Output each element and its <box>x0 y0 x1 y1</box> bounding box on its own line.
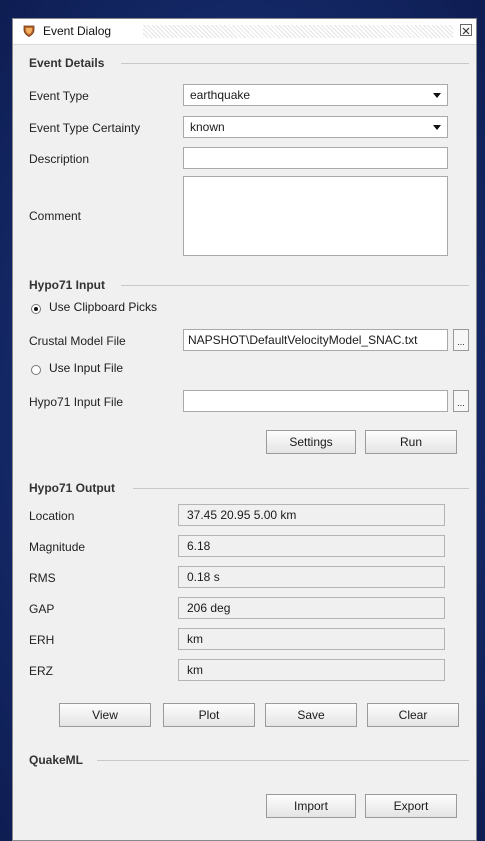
run-button[interactable]: Run <box>365 430 457 454</box>
crustal-model-label: Crustal Model File <box>29 334 126 348</box>
use-input-file-label[interactable]: Use Input File <box>49 361 123 375</box>
section-divider <box>97 760 469 761</box>
erz-value: km <box>187 663 203 677</box>
view-button[interactable]: View <box>59 703 151 727</box>
input-file-label: Hypo71 Input File <box>29 395 124 409</box>
title-bar[interactable]: Event Dialog <box>13 19 476 45</box>
title-drag-area <box>143 25 453 38</box>
erz-field: km <box>178 659 445 681</box>
magnitude-value: 6.18 <box>187 539 211 553</box>
description-label: Description <box>29 152 90 166</box>
hypo71-output-heading: Hypo71 Output <box>29 481 115 495</box>
gap-value: 206 deg <box>187 601 231 615</box>
event-type-label: Event Type <box>29 89 89 103</box>
input-file-browse-button[interactable]: ... <box>453 390 469 412</box>
certainty-select[interactable]: known <box>183 116 448 138</box>
crustal-model-input[interactable]: NAPSHOT\DefaultVelocityModel_SNAC.txt <box>183 329 448 351</box>
input-file-input[interactable] <box>183 390 448 412</box>
comment-label: Comment <box>29 209 82 223</box>
erh-value: km <box>187 632 203 646</box>
magnitude-field: 6.18 <box>178 535 445 557</box>
crustal-model-value: NAPSHOT\DefaultVelocityModel_SNAC.txt <box>188 333 418 347</box>
certainty-label: Event Type Certainty <box>29 121 141 135</box>
rms-label: RMS <box>29 571 56 585</box>
event-dialog: Event Dialog Event Details Event Type ea… <box>12 18 477 841</box>
window-title: Event Dialog <box>43 24 112 38</box>
gap-label: GAP <box>29 602 55 616</box>
event-details-heading: Event Details <box>29 56 105 70</box>
plot-button[interactable]: Plot <box>163 703 255 727</box>
clear-button[interactable]: Clear <box>367 703 459 727</box>
export-button[interactable]: Export <box>365 794 457 818</box>
use-clipboard-radio[interactable] <box>31 304 41 314</box>
chevron-down-icon <box>433 125 441 130</box>
event-type-select[interactable]: earthquake <box>183 84 448 106</box>
section-divider <box>121 285 469 286</box>
erh-field: km <box>178 628 445 650</box>
location-label: Location <box>29 509 75 523</box>
use-input-file-radio[interactable] <box>31 365 41 375</box>
chevron-down-icon <box>433 93 441 98</box>
hypo71-input-heading: Hypo71 Input <box>29 278 106 292</box>
erz-label: ERZ <box>29 664 53 678</box>
quakeml-heading: QuakeML <box>29 753 84 767</box>
section-divider <box>121 63 469 64</box>
erh-label: ERH <box>29 633 55 647</box>
settings-button[interactable]: Settings <box>266 430 356 454</box>
close-button[interactable] <box>460 24 472 36</box>
rms-value: 0.18 s <box>187 570 220 584</box>
screen-background: Event Dialog Event Details Event Type ea… <box>0 0 485 841</box>
location-field: 37.45 20.95 5.00 km <box>178 504 445 526</box>
rms-field: 0.18 s <box>178 566 445 588</box>
certainty-value: known <box>190 120 225 134</box>
description-input[interactable] <box>183 147 448 169</box>
close-icon <box>462 27 470 35</box>
crustal-model-browse-button[interactable]: ... <box>453 329 469 351</box>
magnitude-label: Magnitude <box>29 540 86 554</box>
location-value: 37.45 20.95 5.00 km <box>187 508 297 522</box>
save-button[interactable]: Save <box>265 703 357 727</box>
comment-textarea[interactable] <box>183 176 448 256</box>
section-divider <box>133 488 469 489</box>
use-clipboard-label[interactable]: Use Clipboard Picks <box>49 300 157 314</box>
app-shield-icon <box>23 25 35 37</box>
import-button[interactable]: Import <box>266 794 356 818</box>
event-type-value: earthquake <box>190 88 251 102</box>
gap-field: 206 deg <box>178 597 445 619</box>
